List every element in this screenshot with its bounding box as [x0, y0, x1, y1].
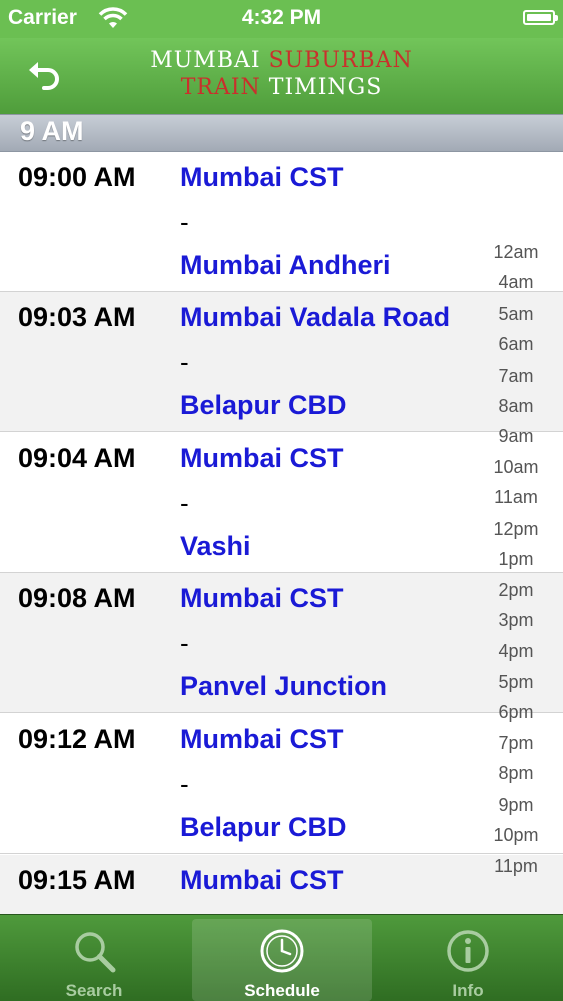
- search-icon: [75, 932, 116, 973]
- clock-icon: [260, 929, 304, 973]
- route-separator: -: [180, 628, 189, 658]
- origin-station: Mumbai CST: [180, 865, 344, 895]
- destination-station: Belapur CBD: [180, 812, 347, 842]
- table-row[interactable]: 09:12 AM Mumbai CST - Belapur CBD: [0, 714, 563, 854]
- index-item[interactable]: 10am: [486, 457, 546, 478]
- page-title: Mumbai Suburban Train Timings: [0, 47, 563, 101]
- destination-station: Mumbai Andheri: [180, 250, 391, 280]
- tab-info[interactable]: Info: [378, 919, 558, 1001]
- index-item[interactable]: 1pm: [486, 549, 546, 570]
- index-item[interactable]: 12pm: [486, 519, 546, 540]
- table-row[interactable]: 09:08 AM Mumbai CST - Panvel Junction: [0, 573, 563, 713]
- origin-station: Mumbai CST: [180, 162, 344, 192]
- destination-station: Vashi: [180, 531, 251, 561]
- index-item[interactable]: 8pm: [486, 763, 546, 784]
- tab-schedule[interactable]: Schedule: [192, 919, 372, 1001]
- index-item[interactable]: 9am: [486, 426, 546, 447]
- route-separator: -: [180, 207, 189, 237]
- departure-time: 09:04 AM: [18, 443, 136, 473]
- route-separator: -: [180, 488, 189, 518]
- origin-station: Mumbai Vadala Road: [180, 302, 451, 332]
- section-header: 9 AM: [0, 114, 563, 152]
- table-row[interactable]: 09:00 AM Mumbai CST - Mumbai Andheri: [0, 152, 563, 292]
- index-item[interactable]: 7am: [486, 366, 546, 387]
- index-item[interactable]: 11am: [486, 487, 546, 508]
- departure-time: 09:12 AM: [18, 724, 136, 754]
- title-word-mumbai: Mumbai: [150, 48, 261, 73]
- train-list[interactable]: 09:00 AM Mumbai CST - Mumbai Andheri 09:…: [0, 152, 563, 914]
- table-row[interactable]: 09:04 AM Mumbai CST - Vashi: [0, 433, 563, 573]
- origin-station: Mumbai CST: [180, 443, 344, 473]
- index-item[interactable]: 4pm: [486, 641, 546, 662]
- battery-icon: [523, 10, 558, 25]
- index-item[interactable]: 6pm: [486, 702, 546, 723]
- route-separator: -: [180, 347, 189, 377]
- index-item[interactable]: 4am: [486, 272, 546, 293]
- destination-station: Belapur CBD: [180, 390, 347, 420]
- tab-schedule-label: Schedule: [244, 981, 320, 1000]
- index-item[interactable]: 9pm: [486, 795, 546, 816]
- tab-search-label: Search: [65, 981, 123, 1000]
- origin-station: Mumbai CST: [180, 583, 344, 613]
- departure-time: 09:00 AM: [18, 162, 136, 192]
- route-separator: -: [180, 769, 189, 799]
- index-item[interactable]: 7pm: [486, 733, 546, 754]
- index-item[interactable]: 5am: [486, 304, 546, 325]
- origin-station: Mumbai CST: [180, 724, 344, 754]
- status-time: 4:32 PM: [241, 6, 322, 29]
- index-item[interactable]: 10pm: [486, 825, 546, 846]
- title-word-timings: Timings: [268, 75, 383, 100]
- departure-time: 09:03 AM: [18, 302, 136, 332]
- departure-time: 09:15 AM: [18, 865, 136, 895]
- status-bar: Carrier 4:32 PM: [0, 0, 563, 38]
- index-item[interactable]: 11pm: [486, 856, 546, 877]
- title-word-suburban: Suburban: [268, 48, 413, 73]
- table-row[interactable]: 09:15 AM Mumbai CST -: [0, 855, 563, 914]
- title-word-train: Train: [180, 75, 261, 100]
- tab-info-label: Info: [452, 981, 484, 1000]
- index-item[interactable]: 6am: [486, 334, 546, 355]
- departure-time: 09:08 AM: [18, 583, 136, 613]
- info-icon: [447, 930, 489, 972]
- table-row[interactable]: 09:03 AM Mumbai Vadala Road - Belapur CB…: [0, 292, 563, 432]
- section-header-label: 9 AM: [20, 116, 84, 146]
- index-item[interactable]: 3pm: [486, 610, 546, 631]
- nav-bar: Mumbai Suburban Train Timings: [0, 38, 563, 115]
- index-item[interactable]: 2pm: [486, 580, 546, 601]
- tab-bar: Search Schedule Info: [0, 914, 563, 1001]
- index-item[interactable]: 8am: [486, 396, 546, 417]
- destination-station: Panvel Junction: [180, 671, 388, 701]
- tab-search[interactable]: Search: [4, 919, 184, 1001]
- index-item[interactable]: 5pm: [486, 672, 546, 693]
- index-item[interactable]: 12am: [486, 242, 546, 263]
